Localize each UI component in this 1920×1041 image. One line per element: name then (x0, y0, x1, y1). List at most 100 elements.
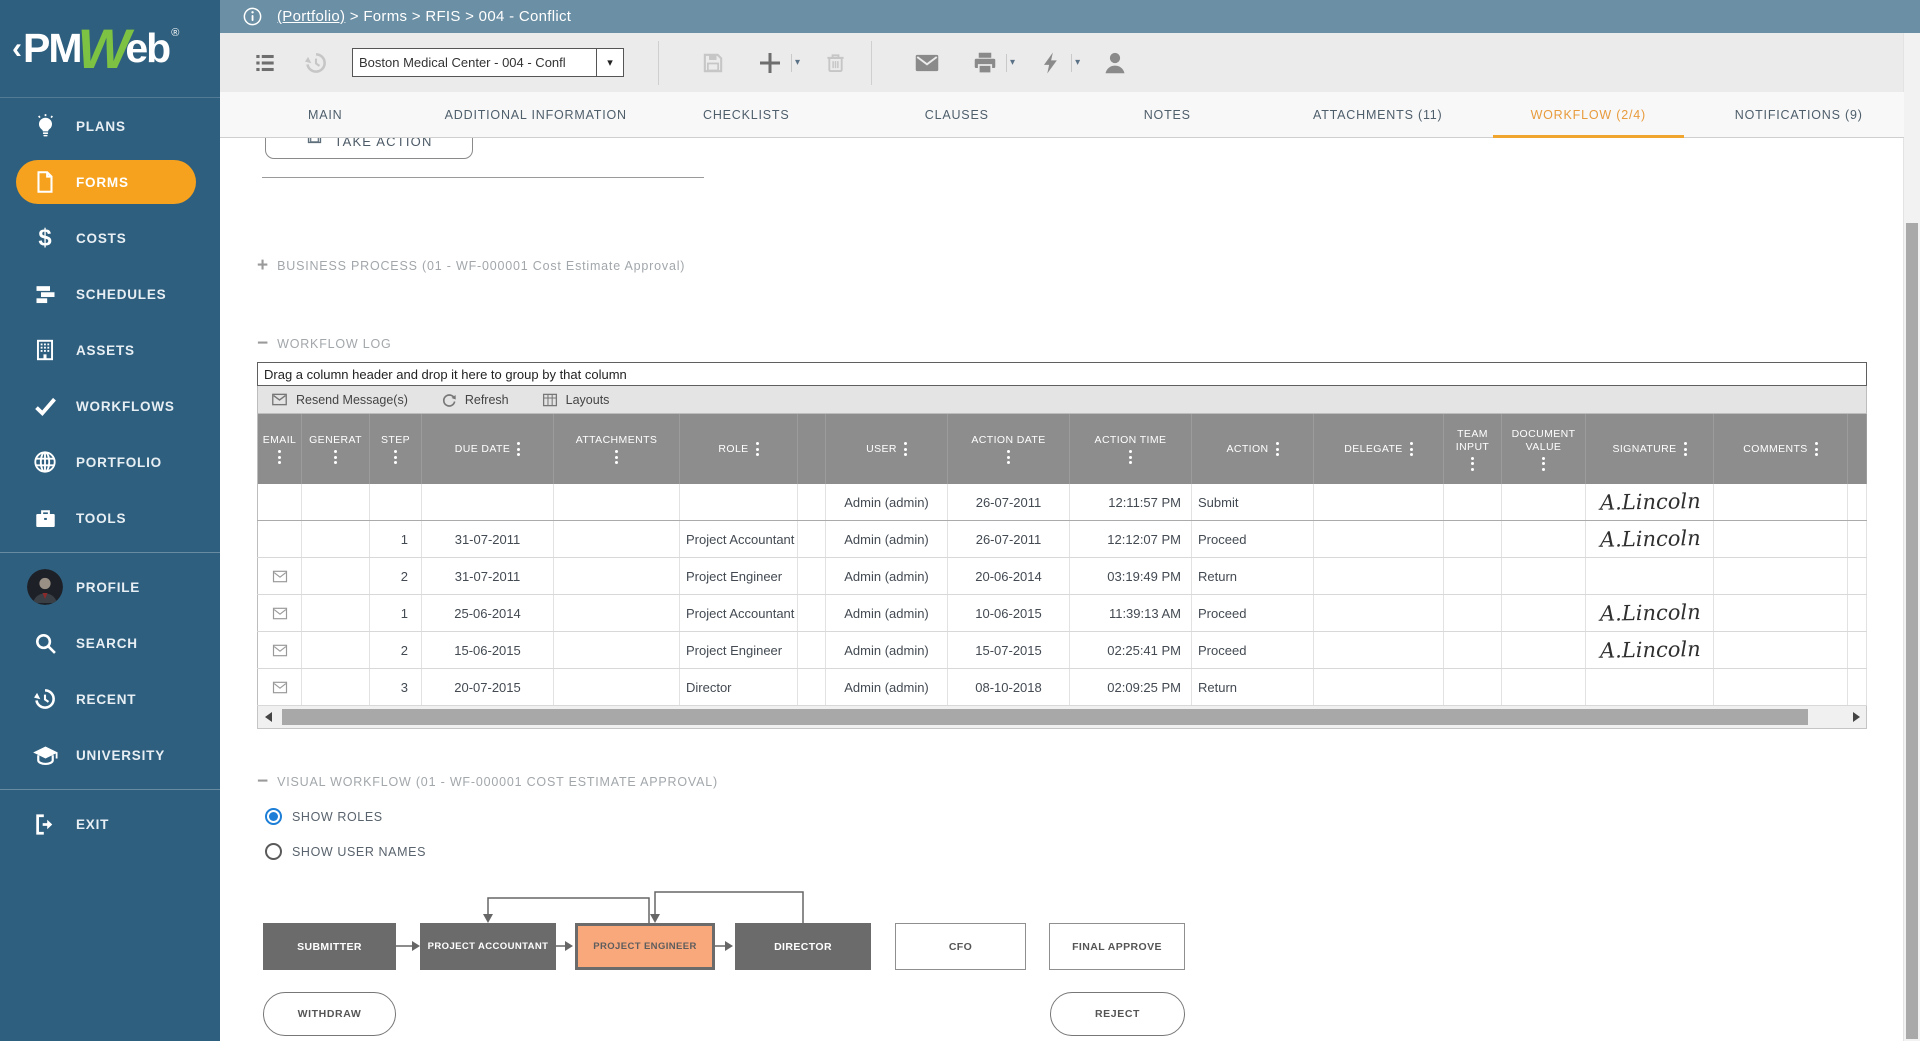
user-button[interactable] (1100, 48, 1130, 78)
sidebar-item-exit[interactable]: EXIT (0, 796, 220, 852)
actions-bolt-button[interactable] (1037, 49, 1065, 77)
column-menu-icon[interactable] (756, 442, 759, 456)
vertical-scrollbar[interactable] (1903, 33, 1920, 1041)
pmweb-logo[interactable]: ‹PMWeb® (0, 0, 220, 98)
sidebar-item-schedules[interactable]: SCHEDULES (0, 266, 220, 322)
horizontal-scrollbar[interactable] (257, 706, 1867, 729)
column-menu-icon[interactable] (517, 442, 520, 456)
column-header-action[interactable]: ACTION (1192, 414, 1314, 484)
tab-additional-information[interactable]: ADDITIONAL INFORMATION (431, 92, 642, 137)
scroll-right-arrow[interactable] (1846, 706, 1866, 728)
workflow-node-project-engineer[interactable]: PROJECT ENGINEER (575, 923, 715, 970)
workflow-node-submitter[interactable]: SUBMITTER (263, 923, 396, 970)
withdraw-button[interactable]: WITHDRAW (263, 992, 396, 1036)
column-header-team-input[interactable]: TEAM INPUT (1444, 414, 1502, 484)
table-row[interactable]: 125-06-2014Project AccountantAdmin (admi… (258, 595, 1867, 632)
collapse-icon[interactable]: − (257, 775, 268, 789)
sidebar-item-assets[interactable]: ASSETS (0, 322, 220, 378)
record-selector-caret[interactable]: ▾ (596, 49, 623, 76)
record-selector-dropdown[interactable]: Boston Medical Center - 004 - Confl ▾ (352, 48, 624, 77)
column-menu-icon[interactable] (1471, 457, 1474, 471)
info-icon[interactable] (242, 6, 263, 27)
expand-icon[interactable]: + (257, 259, 268, 273)
show-roles-radio[interactable]: SHOW ROLES (265, 808, 383, 825)
table-row[interactable]: 231-07-2011Project EngineerAdmin (admin)… (258, 558, 1867, 595)
tab-workflow-2-4[interactable]: WORKFLOW (2/4) (1483, 92, 1694, 137)
take-action-button[interactable]: TAKE ACTION (265, 137, 473, 159)
vertical-scroll-thumb[interactable] (1906, 223, 1918, 1039)
show-user-names-radio[interactable]: SHOW USER NAMES (265, 843, 426, 860)
radio-unselected-icon[interactable] (265, 843, 282, 860)
tab-notifications-9[interactable]: NOTIFICATIONS (9) (1694, 92, 1905, 137)
column-header-document-value[interactable]: DOCUMENT VALUE (1502, 414, 1586, 484)
column-menu-icon[interactable] (615, 450, 618, 464)
save-button[interactable] (699, 49, 727, 77)
tab-checklists[interactable]: CHECKLISTS (641, 92, 852, 137)
print-button[interactable] (970, 48, 1000, 78)
column-header-due-date[interactable]: DUE DATE (422, 414, 554, 484)
column-menu-icon[interactable] (1684, 442, 1687, 456)
column-menu-icon[interactable] (1410, 442, 1413, 456)
column-menu-icon[interactable] (1129, 450, 1132, 464)
column-header-generat[interactable]: GENERAT (302, 414, 370, 484)
sidebar-item-portfolio[interactable]: PORTFOLIO (0, 434, 220, 490)
radio-selected-icon[interactable] (265, 808, 282, 825)
column-menu-icon[interactable] (1007, 450, 1010, 464)
column-menu-icon[interactable] (1542, 457, 1545, 471)
workflow-node-final-approve[interactable]: FINAL APPROVE (1049, 923, 1185, 970)
delete-button[interactable] (822, 49, 849, 76)
workflow-node-cfo[interactable]: CFO (895, 923, 1026, 970)
sidebar-item-recent[interactable]: RECENT (0, 671, 220, 727)
sidebar-item-tools[interactable]: TOOLS (0, 490, 220, 546)
column-menu-icon[interactable] (904, 442, 907, 456)
sidebar-item-forms[interactable]: FORMS (0, 154, 220, 210)
column-header-user[interactable]: USER (826, 414, 948, 484)
sidebar-item-profile[interactable]: PROFILE (0, 559, 220, 615)
column-menu-icon[interactable] (1276, 442, 1279, 456)
print-menu-caret[interactable]: ▾ (1010, 57, 1015, 68)
column-header-delegate[interactable]: DELEGATE (1314, 414, 1444, 484)
table-row[interactable]: 215-06-2015Project EngineerAdmin (admin)… (258, 632, 1867, 669)
column-header-signature[interactable]: SIGNATURE (1586, 414, 1714, 484)
resend-message-s-button[interactable]: Resend Message(s) (270, 390, 408, 409)
column-header-email[interactable]: EMAIL (258, 414, 302, 484)
column-menu-icon[interactable] (394, 450, 397, 464)
sidebar-item-search[interactable]: SEARCH (0, 615, 220, 671)
sidebar-item-workflows[interactable]: WORKFLOWS (0, 378, 220, 434)
refresh-button[interactable]: Refresh (440, 391, 509, 409)
scroll-left-arrow[interactable] (258, 706, 278, 728)
tab-main[interactable]: MAIN (220, 92, 431, 137)
column-header-step[interactable]: STEP (370, 414, 422, 484)
column-header-attachments[interactable]: ATTACHMENTS (554, 414, 680, 484)
email-button[interactable] (912, 48, 942, 78)
column-menu-icon[interactable] (334, 450, 337, 464)
breadcrumb-portfolio-link[interactable]: (Portfolio) (277, 8, 345, 25)
tab-attachments-11[interactable]: ATTACHMENTS (11) (1273, 92, 1484, 137)
list-view-button[interactable] (252, 50, 278, 76)
horizontal-scroll-thumb[interactable] (282, 709, 1808, 725)
tab-clauses[interactable]: CLAUSES (852, 92, 1063, 137)
column-header-role[interactable]: ROLE (680, 414, 798, 484)
table-row[interactable]: Admin (admin)26-07-201112:11:57 PMSubmit… (258, 484, 1867, 521)
column-header-action-date[interactable]: ACTION DATE (948, 414, 1070, 484)
workflow-node-director[interactable]: DIRECTOR (735, 923, 871, 970)
layouts-button[interactable]: Layouts (541, 391, 610, 409)
tab-notes[interactable]: NOTES (1062, 92, 1273, 137)
column-menu-icon[interactable] (278, 450, 281, 464)
add-button[interactable] (755, 48, 785, 78)
reject-button[interactable]: REJECT (1050, 992, 1185, 1036)
sidebar-item-costs[interactable]: $COSTS (0, 210, 220, 266)
sidebar-item-university[interactable]: UNIVERSITY (0, 727, 220, 783)
group-by-panel[interactable]: Drag a column header and drop it here to… (257, 362, 1867, 386)
table-row[interactable]: 320-07-2015DirectorAdmin (admin)08-10-20… (258, 669, 1867, 706)
column-header-comments[interactable]: COMMENTS (1714, 414, 1848, 484)
table-row[interactable]: 131-07-2011Project AccountantAdmin (admi… (258, 521, 1867, 558)
workflow-node-project-accountant[interactable]: PROJECT ACCOUNTANT (420, 923, 556, 970)
column-menu-icon[interactable] (1815, 442, 1818, 456)
add-menu-caret[interactable]: ▾ (795, 57, 800, 68)
history-button[interactable] (302, 49, 330, 77)
sidebar-item-plans[interactable]: PLANS (0, 98, 220, 154)
collapse-icon[interactable]: − (257, 337, 268, 351)
bolt-menu-caret[interactable]: ▾ (1075, 57, 1080, 68)
column-header-action-time[interactable]: ACTION TIME (1070, 414, 1192, 484)
